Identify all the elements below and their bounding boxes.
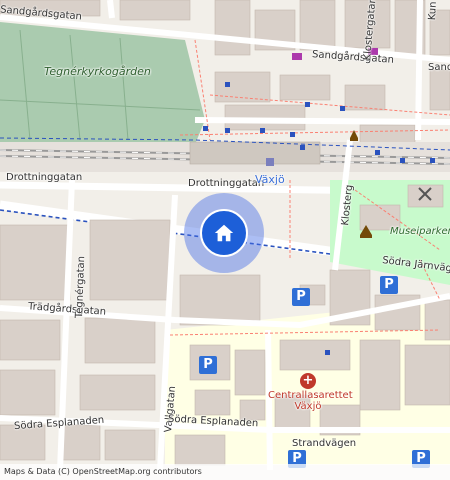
street-label-drottninggatan-mid: Drottninggatan [188, 178, 265, 189]
street-label-sandgardsgatan-far: Sand [428, 62, 450, 73]
location-marker[interactable] [184, 193, 264, 273]
hospital-icon[interactable]: + [300, 373, 316, 389]
park-label-museiparken: Museiparken [390, 226, 450, 237]
map-attribution: Maps & Data (C) OpenStreetMap.org contri… [0, 464, 450, 480]
street-label-tegnergatan: Tegnérgatan [74, 255, 88, 319]
parking-icon[interactable]: P [199, 356, 217, 374]
hospital-label-line2: Växjö [294, 401, 322, 412]
hospital-label: Centrallasarettet Växjö [268, 390, 353, 412]
street-label-kungsgatan: Kun [427, 1, 439, 21]
parking-icon[interactable]: P [292, 288, 310, 306]
home-icon[interactable] [200, 209, 248, 257]
map-view[interactable]: Sandgårdsgatan Sandgårdsgatan Sand Tegné… [0, 0, 450, 480]
park-label-tegnerkyrkogarden: Tegnérkyrkogården [44, 65, 151, 78]
street-label-drottninggatan: Drottninggatan [6, 172, 83, 183]
hospital-label-line1: Centrallasarettet [268, 390, 353, 401]
parking-icon[interactable]: P [380, 276, 398, 294]
station-label-vaxjo: Växjö [255, 173, 285, 186]
street-label-strandvagen: Strandvägen [292, 438, 357, 449]
